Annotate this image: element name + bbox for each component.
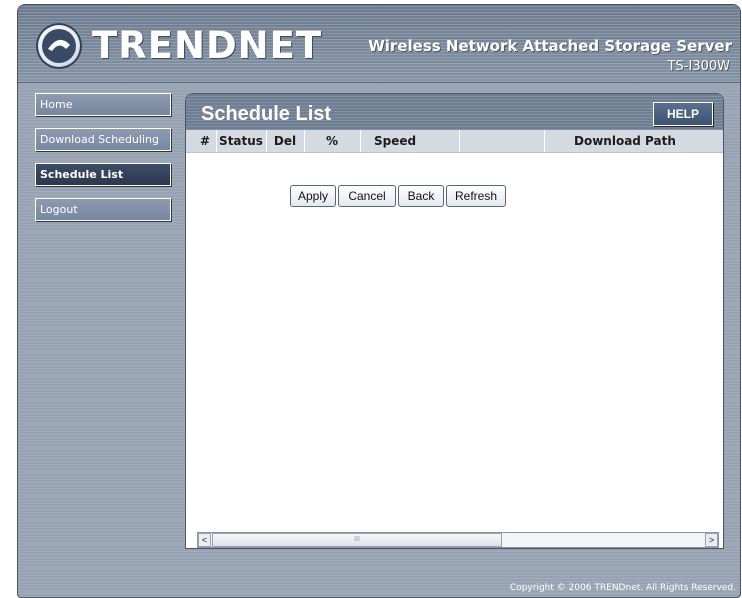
header: TRENDNET Wireless Network Attached Stora… (18, 5, 740, 83)
horizontal-scrollbar[interactable]: < III > (197, 532, 719, 548)
column-header-status: Status (216, 130, 267, 152)
refresh-button[interactable]: Refresh (446, 185, 506, 207)
sidebar-item-download-scheduling[interactable]: Download Scheduling (35, 128, 171, 151)
content-header: Schedule List HELP (186, 94, 723, 130)
apply-button[interactable]: Apply (290, 185, 336, 207)
model-number: TS-I300W (667, 59, 730, 74)
column-header-number: # (194, 130, 217, 152)
trendnet-logo-icon (36, 23, 82, 69)
column-header-blank (460, 130, 545, 152)
scrollbar-thumb[interactable]: III (212, 533, 502, 547)
column-header-download-path: Download Path (574, 134, 676, 148)
brand-logo-text: TRENDNET (92, 24, 323, 67)
sidebar-item-schedule-list[interactable]: Schedule List (35, 163, 171, 186)
sidebar-item-home[interactable]: Home (35, 93, 171, 116)
cancel-button[interactable]: Cancel (338, 185, 396, 207)
schedule-table-header: # Status Del % Speed Download Path (186, 130, 723, 153)
column-header-speed: Speed (360, 130, 460, 152)
scroll-left-icon[interactable]: < (198, 533, 211, 547)
sidebar-nav: Home Download Scheduling Schedule List L… (35, 93, 171, 233)
sidebar-item-logout[interactable]: Logout (35, 198, 171, 221)
help-button[interactable]: HELP (653, 102, 713, 126)
content-panel: Schedule List HELP # Status Del % Speed … (185, 93, 724, 549)
page-title: Schedule List (201, 103, 332, 125)
app-frame: TRENDNET Wireless Network Attached Stora… (17, 4, 741, 598)
back-button[interactable]: Back (398, 185, 444, 207)
scroll-right-icon[interactable]: > (705, 533, 718, 547)
column-header-del: Del (266, 130, 305, 152)
column-header-percent: % (304, 130, 361, 152)
product-title: Wireless Network Attached Storage Server (368, 37, 732, 55)
footer-copyright: Copyright © 2006 TRENDnet. All Rights Re… (509, 583, 736, 593)
